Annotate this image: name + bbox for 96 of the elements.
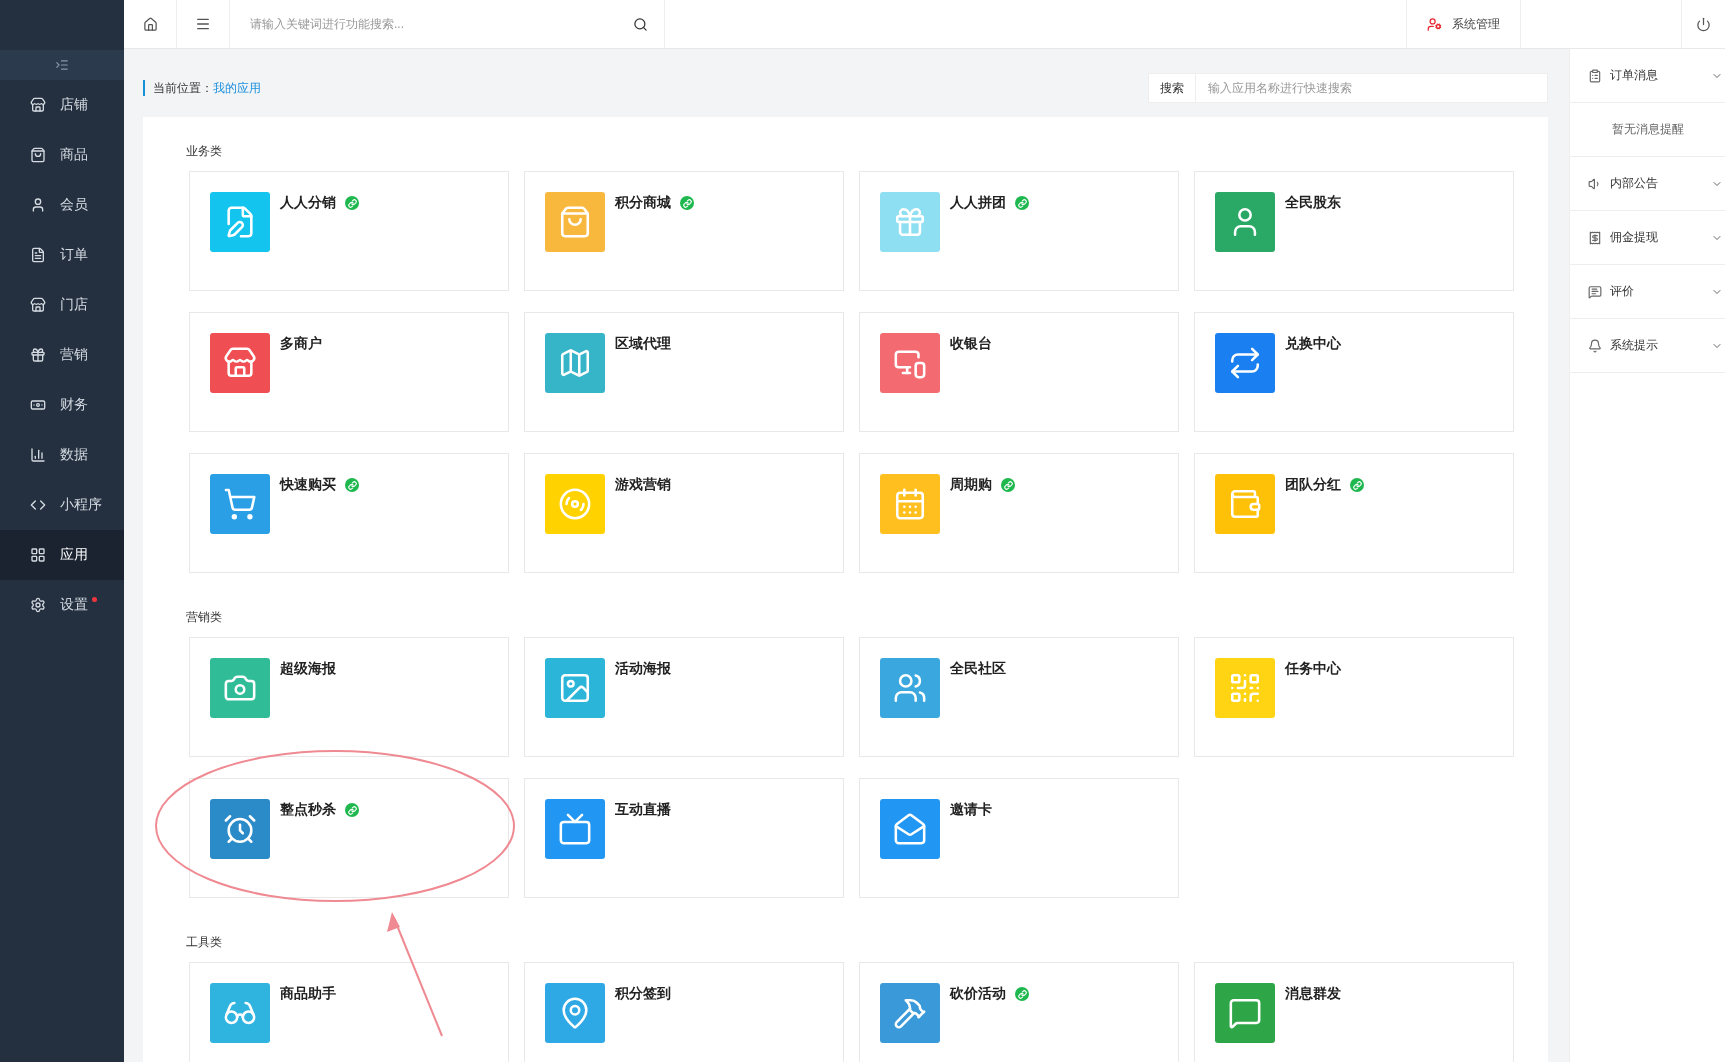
app-card[interactable]: 邀请卡 [859, 778, 1179, 898]
app-name: 互动直播 [615, 801, 671, 819]
sidebar-item[interactable]: 应用 [0, 530, 124, 580]
app-card[interactable]: 积分签到 [524, 962, 844, 1062]
app-name: 商品助手 [280, 985, 336, 1003]
app-name: 游戏营销 [615, 476, 671, 494]
app-card[interactable]: 游戏营销 [524, 453, 844, 573]
comment-icon [1588, 284, 1602, 299]
app-name: 多商户 [280, 335, 322, 353]
app-card[interactable]: 区域代理 [524, 312, 844, 432]
notification-title: 评价 [1610, 283, 1635, 300]
empty-message: 暂无消息提醒 [1611, 121, 1684, 138]
section-title: 营销类 [186, 609, 223, 626]
section-title: 工具类 [186, 934, 223, 951]
document-icon [30, 247, 46, 263]
app-card[interactable]: 砍价活动 [859, 962, 1179, 1062]
app-name: 整点秒杀 [280, 801, 336, 819]
sidebar-item[interactable]: 会员 [0, 180, 124, 230]
notification-header[interactable]: 系统提示 [1570, 319, 1725, 373]
app-card[interactable]: 任务中心 [1194, 637, 1514, 757]
person-icon [30, 197, 46, 213]
app-card[interactable]: 兑换中心 [1194, 312, 1514, 432]
app-card[interactable]: 全民社区 [859, 637, 1179, 757]
app-name: 砍价活动 [950, 985, 1006, 1003]
app-name: 邀请卡 [950, 801, 992, 819]
app-name: 超级海报 [280, 660, 336, 678]
app-name: 消息群发 [1285, 985, 1341, 1003]
sidebar-item[interactable]: 设置 [0, 580, 124, 630]
sidebar-item[interactable]: 数据 [0, 430, 124, 480]
app-card[interactable]: 多商户 [189, 312, 509, 432]
bar-chart-icon [30, 447, 46, 463]
app-name: 区域代理 [615, 335, 671, 353]
gift-icon [30, 347, 46, 363]
notification-header[interactable]: 评价 [1570, 265, 1725, 319]
sidebar-item[interactable]: 店铺 [0, 80, 124, 130]
sidebar-item[interactable]: 商品 [0, 130, 124, 180]
admin-link[interactable]: 系统管理 [1406, 0, 1520, 48]
app-search-field[interactable]: 输入应用名称进行快速搜索 [1196, 73, 1548, 103]
money-icon [30, 397, 46, 413]
collapse-icon [55, 58, 69, 72]
notification-header[interactable]: 佣金提现 [1570, 211, 1725, 265]
search-button[interactable]: 搜索 [1148, 73, 1196, 103]
app-name: 兑换中心 [1285, 335, 1341, 353]
app-name: 收银台 [950, 335, 992, 353]
sidebar-item[interactable]: 门店 [0, 280, 124, 330]
app-name: 周期购 [950, 476, 992, 494]
power-icon [1696, 16, 1711, 32]
app-card[interactable]: 周期购 [859, 453, 1179, 573]
notification-header[interactable]: 订单消息 [1570, 49, 1725, 103]
app-card[interactable]: 商品助手 [189, 962, 509, 1062]
sidebar-item[interactable]: 营销 [0, 330, 124, 380]
search-icon [633, 16, 648, 32]
app-card[interactable]: 积分商城 [524, 171, 844, 291]
app-card[interactable]: 活动海报 [524, 637, 844, 757]
app-card[interactable]: 人人拼团 [859, 171, 1179, 291]
app-card[interactable]: 收银台 [859, 312, 1179, 432]
app-name: 全民社区 [950, 660, 1006, 678]
section-title: 业务类 [186, 143, 223, 160]
apps-icon [30, 547, 46, 563]
sidebar-item[interactable]: 小程序 [0, 480, 124, 530]
app-name: 积分商城 [615, 194, 671, 212]
settings-icon [30, 597, 46, 613]
notification-title: 系统提示 [1610, 337, 1659, 354]
app-card[interactable]: 超级海报 [189, 637, 509, 757]
app-card[interactable]: 互动直播 [524, 778, 844, 898]
breadcrumb-label: 当前位置： [153, 79, 213, 97]
app-card[interactable]: 整点秒杀 [189, 778, 509, 898]
notification-header[interactable]: 内部公告 [1570, 157, 1725, 211]
home-icon [142, 16, 158, 32]
notification-title: 内部公告 [1610, 175, 1659, 192]
app-card[interactable]: 人人分销 [189, 171, 509, 291]
store-icon [30, 97, 46, 113]
app-card[interactable]: 团队分红 [1194, 453, 1514, 573]
clipboard-icon [1588, 68, 1602, 83]
bell-icon [1588, 338, 1602, 353]
sidebar-item[interactable]: 财务 [0, 380, 124, 430]
menu-icon [195, 16, 211, 32]
bag-icon [30, 147, 46, 163]
app-name: 任务中心 [1285, 660, 1341, 678]
app-name: 积分签到 [615, 985, 671, 1003]
app-name: 人人分销 [280, 194, 336, 212]
receipt-icon [1588, 230, 1602, 245]
mini-program-icon [30, 497, 46, 513]
shop-icon [30, 297, 46, 313]
sidebar-item[interactable]: 订单 [0, 230, 124, 280]
app-card[interactable]: 全民股东 [1194, 171, 1514, 291]
app-name: 活动海报 [615, 660, 671, 678]
user-gear-icon [1427, 16, 1442, 32]
app-name: 团队分红 [1285, 476, 1341, 494]
app-name: 快速购买 [280, 476, 336, 494]
notification-title: 佣金提现 [1610, 229, 1659, 246]
app-card[interactable]: 快速购买 [189, 453, 509, 573]
app-card[interactable]: 消息群发 [1194, 962, 1514, 1062]
app-name: 人人拼团 [950, 194, 1006, 212]
app-name: 全民股东 [1285, 194, 1341, 212]
notification-title: 订单消息 [1610, 67, 1659, 84]
